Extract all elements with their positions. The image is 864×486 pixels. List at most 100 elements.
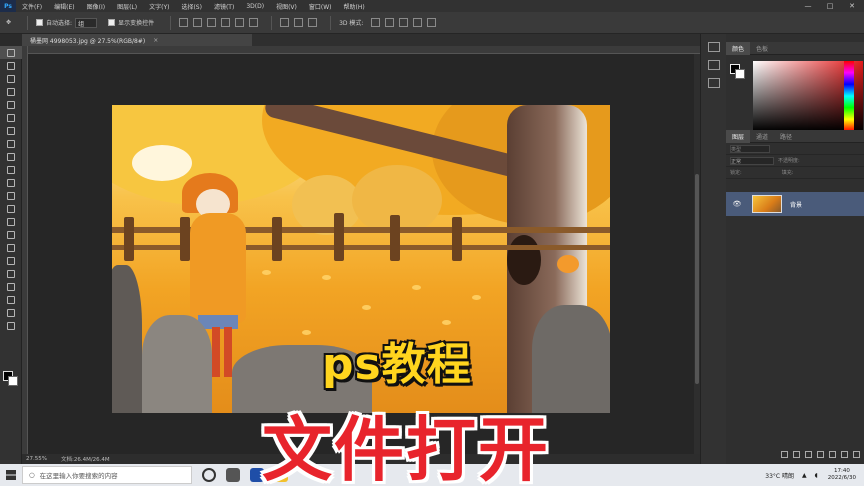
maximize-button[interactable]: □ <box>820 0 840 12</box>
3d-rotate-icon[interactable] <box>371 18 381 27</box>
hand-tool[interactable] <box>0 293 22 306</box>
background-color-swatch[interactable] <box>735 69 745 79</box>
trash-icon[interactable] <box>853 450 860 458</box>
menu-type[interactable]: 文字(Y) <box>143 2 175 11</box>
stamp-tool[interactable] <box>0 163 22 176</box>
brush-tool[interactable] <box>0 150 22 163</box>
weather-widget[interactable]: 33°C 晴朗 <box>765 471 794 480</box>
close-button[interactable]: ✕ <box>842 0 862 12</box>
frame-tool[interactable] <box>0 111 22 124</box>
show-transform-option[interactable]: 显示变换控件 <box>108 18 154 27</box>
layer-row-background[interactable]: 👁 背景 <box>726 192 864 216</box>
type-tool[interactable] <box>0 254 22 267</box>
dodge-tool[interactable] <box>0 228 22 241</box>
align-left-icon[interactable] <box>179 18 189 27</box>
eyedropper-tool[interactable] <box>0 124 22 137</box>
marquee-icon <box>7 61 15 70</box>
mask-icon[interactable] <box>805 450 812 458</box>
align-center-icon[interactable] <box>193 18 203 27</box>
pen-tool[interactable] <box>0 241 22 254</box>
layer-name[interactable]: 背景 <box>790 200 802 209</box>
lock-label: 锁定: <box>730 170 742 176</box>
tab-layers[interactable]: 图层 <box>726 129 751 143</box>
menu-view[interactable]: 视图(V) <box>270 2 303 11</box>
move-tool[interactable] <box>0 46 22 59</box>
history-icon[interactable] <box>707 42 720 52</box>
healing-tool[interactable] <box>0 137 22 150</box>
taskbar-search-box[interactable]: ○ 在这里输入你要搜索的内容 <box>22 466 192 484</box>
distribute-icon[interactable] <box>280 18 290 27</box>
leaf <box>472 295 481 300</box>
link-layers-icon[interactable] <box>781 450 788 458</box>
show-transform-checkbox[interactable] <box>108 19 116 26</box>
menu-edit[interactable]: 编辑(E) <box>48 2 80 11</box>
menu-window[interactable]: 窗口(W) <box>303 2 338 11</box>
task-view-icon[interactable] <box>226 468 240 482</box>
layer-style-icon[interactable] <box>793 450 800 458</box>
volume-icon[interactable]: ◖ <box>815 472 818 479</box>
horizontal-ruler <box>28 46 700 54</box>
blend-mode-select[interactable]: 正常 <box>730 156 774 165</box>
new-layer-icon[interactable] <box>841 450 848 458</box>
gradient-tool[interactable] <box>0 202 22 215</box>
magic-wand-tool[interactable] <box>0 85 22 98</box>
document-tab[interactable]: 桶墨网 4998053.jpg @ 27.5%(RGB/8#) × <box>22 34 252 46</box>
lasso-tool[interactable] <box>0 72 22 85</box>
move-tool-icon[interactable]: ✥ <box>6 19 11 26</box>
menu-help[interactable]: 帮助(H) <box>338 2 371 11</box>
crop-tool[interactable] <box>0 98 22 111</box>
network-icon[interactable]: ▲ <box>802 472 807 479</box>
start-button[interactable] <box>0 464 22 486</box>
hue-slider[interactable] <box>844 61 854 131</box>
visibility-eye-icon[interactable]: 👁 <box>732 200 742 208</box>
arrow-icon <box>7 269 15 278</box>
new-group-icon[interactable] <box>829 450 836 458</box>
menu-layer[interactable]: 图层(L) <box>111 2 143 11</box>
tab-color[interactable]: 颜色 <box>726 41 751 55</box>
marquee-tool[interactable] <box>0 59 22 72</box>
3d-roll-icon[interactable] <box>385 18 395 27</box>
menu-3d[interactable]: 3D(D) <box>240 3 270 10</box>
fence-post <box>334 213 344 261</box>
tab-channels[interactable]: 通道 <box>750 132 774 141</box>
zoom-tool[interactable] <box>0 306 22 319</box>
magnifier-icon <box>7 308 15 317</box>
adjustments-icon[interactable] <box>707 78 720 88</box>
zoom-level[interactable]: 27.55% <box>26 456 47 462</box>
brush-icon <box>7 152 15 161</box>
tab-swatches[interactable]: 色板 <box>750 44 774 53</box>
3d-slide-icon[interactable] <box>413 18 423 27</box>
leaf <box>302 330 311 335</box>
align-bottom-icon[interactable] <box>249 18 259 27</box>
3d-scale-icon[interactable] <box>427 18 437 27</box>
auto-select-checkbox[interactable] <box>36 19 44 26</box>
scrollbar-thumb[interactable] <box>695 174 699 384</box>
background-color-swatch[interactable] <box>8 376 18 386</box>
minimize-button[interactable]: — <box>798 0 818 12</box>
3d-drag-icon[interactable] <box>399 18 409 27</box>
auto-select-option[interactable]: 自动选择: 组 <box>36 17 100 28</box>
close-tab-icon[interactable]: × <box>153 37 158 44</box>
menu-filter[interactable]: 滤镜(T) <box>208 2 240 11</box>
layer-kind-filter[interactable]: 类型 <box>730 144 770 153</box>
adjustment-layer-icon[interactable] <box>817 450 824 458</box>
history-brush-tool[interactable] <box>0 176 22 189</box>
shape-tool[interactable] <box>0 280 22 293</box>
menu-file[interactable]: 文件(F) <box>16 2 48 11</box>
blur-tool[interactable] <box>0 215 22 228</box>
properties-icon[interactable] <box>707 60 720 70</box>
align-middle-icon[interactable] <box>235 18 245 27</box>
tab-paths[interactable]: 路径 <box>774 132 798 141</box>
cortana-icon[interactable] <box>202 468 216 482</box>
menu-select[interactable]: 选择(S) <box>175 2 208 11</box>
path-select-tool[interactable] <box>0 267 22 280</box>
align-right-icon[interactable] <box>207 18 217 27</box>
clock[interactable]: 17:40 2022/6/30 <box>828 468 856 482</box>
auto-select-dropdown[interactable]: 组 <box>75 17 98 28</box>
align-top-icon[interactable] <box>221 18 231 27</box>
eraser-tool[interactable] <box>0 189 22 202</box>
more-tools[interactable] <box>0 319 22 332</box>
distribute-icon[interactable] <box>294 18 304 27</box>
distribute-icon[interactable] <box>308 18 318 27</box>
menu-image[interactable]: 图像(I) <box>81 2 111 11</box>
